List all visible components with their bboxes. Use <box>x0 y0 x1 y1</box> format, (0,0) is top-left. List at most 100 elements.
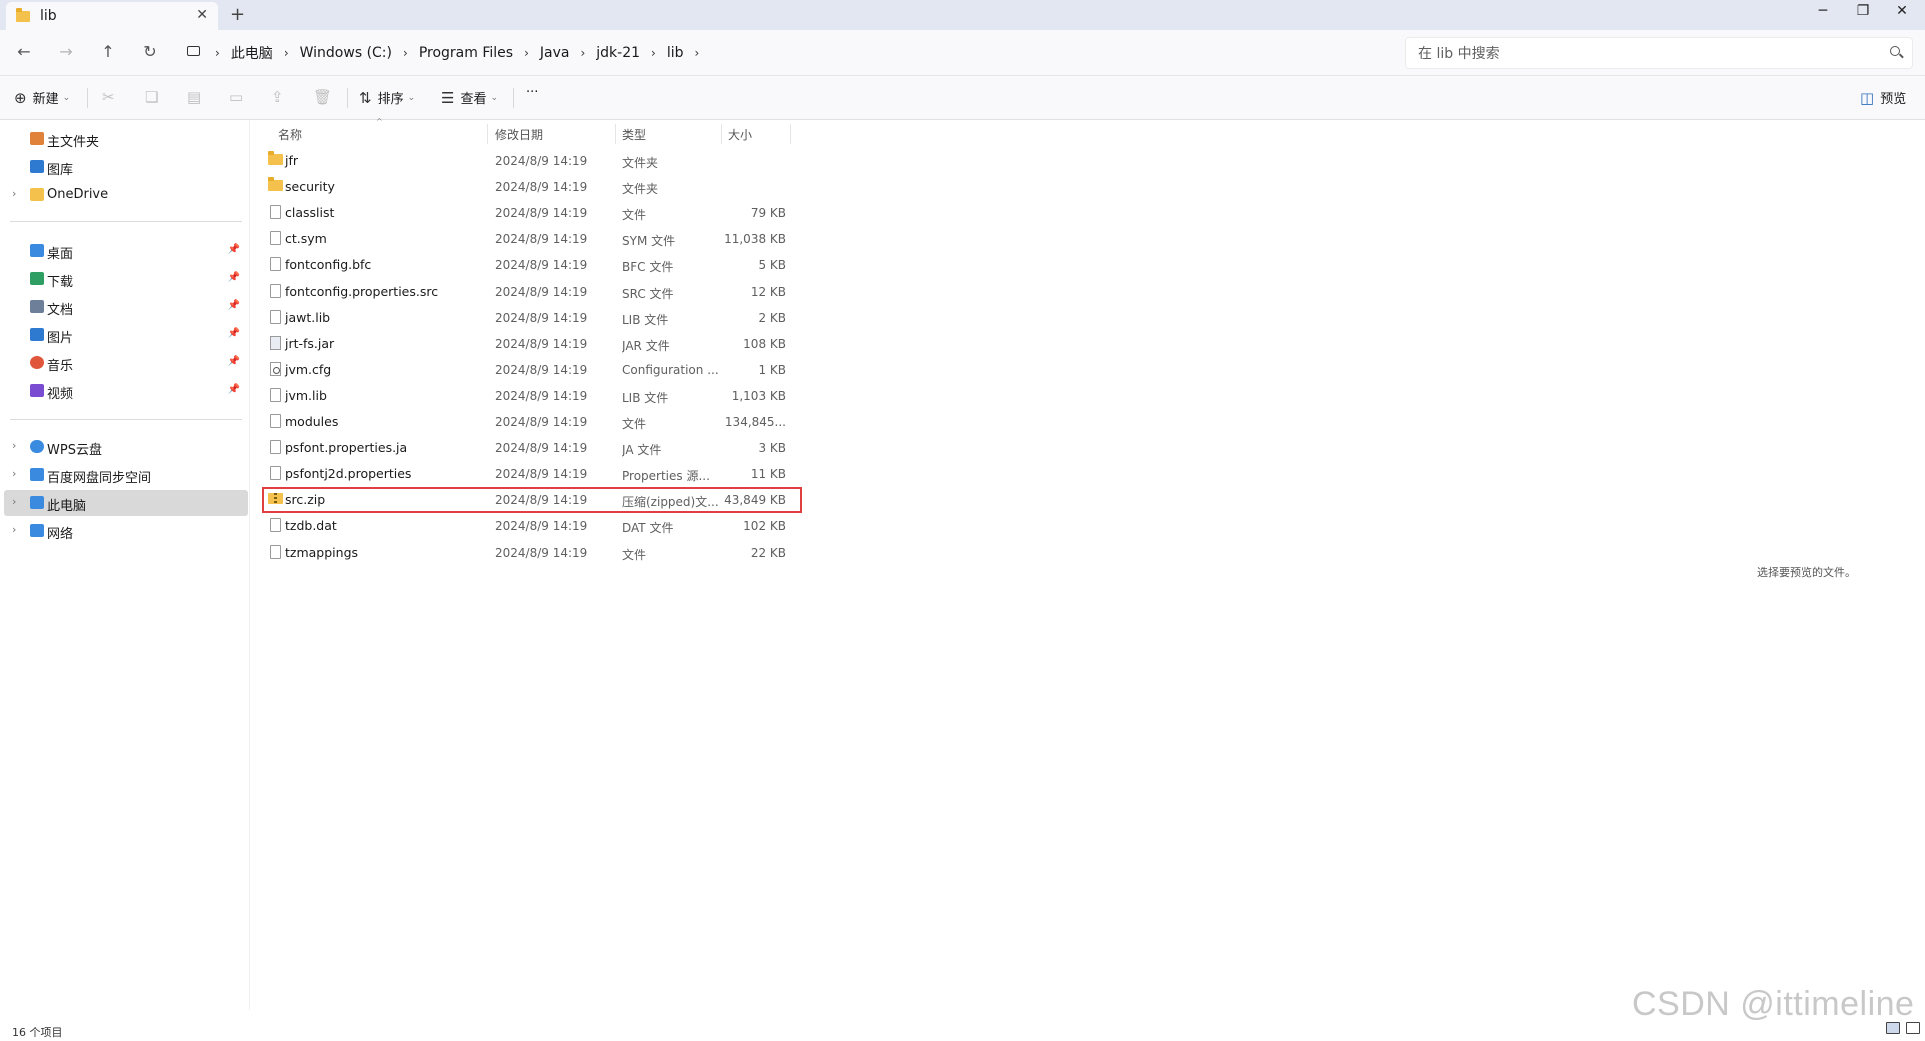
list-view-icon: ☰ <box>441 88 455 107</box>
preview-pane-button[interactable]: ◫ 预览 <box>1860 88 1906 108</box>
pictures-icon <box>30 328 44 341</box>
file-date: 2024/8/9 14:19 <box>495 362 588 377</box>
folder-icon <box>268 177 283 192</box>
file-date: 2024/8/9 14:19 <box>495 388 588 403</box>
column-header-date[interactable]: 修改日期 <box>495 122 615 146</box>
breadcrumb-separator[interactable]: › <box>519 46 534 60</box>
file-row[interactable]: jawt.lib 2024/8/9 14:19 LIB 文件 2 KB <box>262 305 802 331</box>
file-row[interactable]: security 2024/8/9 14:19 文件夹 <box>262 174 802 200</box>
column-header-size[interactable]: 大小 <box>728 122 788 146</box>
file-type: SYM 文件 <box>622 234 676 249</box>
tab-lib[interactable]: lib ✕ <box>6 2 218 30</box>
refresh-button[interactable]: ↻ <box>138 42 162 61</box>
breadcrumb-separator[interactable]: › <box>398 46 413 60</box>
column-divider[interactable] <box>615 124 616 144</box>
sidebar-item-label: 此电脑 <box>47 499 87 514</box>
share-button[interactable]: ⇪ <box>271 88 290 106</box>
breadcrumb-separator[interactable]: › <box>210 46 225 60</box>
file-row[interactable]: jrt-fs.jar 2024/8/9 14:19 JAR 文件 108 KB <box>262 331 802 357</box>
sidebar-item-documents[interactable]: 文档 📌 <box>4 294 248 320</box>
close-tab-icon[interactable]: ✕ <box>196 7 208 23</box>
sidebar-item-wps-cloud[interactable]: › WPS云盘 <box>4 434 248 460</box>
column-header-type[interactable]: 类型 <box>622 122 722 146</box>
file-row[interactable]: ct.sym 2024/8/9 14:19 SYM 文件 11,038 KB <box>262 226 802 252</box>
up-button[interactable]: ↑ <box>96 42 120 61</box>
chevron-right-icon[interactable]: › <box>12 439 16 452</box>
paste-button[interactable]: ▤ <box>187 88 207 106</box>
file-row[interactable]: jvm.cfg 2024/8/9 14:19 Configuration ... 1 … <box>262 357 802 383</box>
sidebar-item-desktop[interactable]: 桌面 📌 <box>4 238 248 264</box>
back-button[interactable]: ← <box>12 42 36 61</box>
file-row[interactable]: fontconfig.properties.src 2024/8/9 14:19 S… <box>262 279 802 305</box>
file-row[interactable]: psfontj2d.properties 2024/8/9 14:19 Proper… <box>262 461 802 487</box>
sidebar-item-network[interactable]: › 网络 <box>4 518 248 544</box>
breadcrumb-jdk-21[interactable]: jdk-21 <box>590 45 646 61</box>
new-tab-button[interactable]: + <box>230 4 245 25</box>
share-icon: ⇪ <box>271 88 284 106</box>
breadcrumb-this-pc[interactable]: 此电脑 <box>225 43 279 63</box>
file-size: 3 KB <box>758 441 786 456</box>
file-date: 2024/8/9 14:19 <box>495 310 588 325</box>
breadcrumb-separator[interactable]: › <box>646 46 661 60</box>
sidebar-item-pictures[interactable]: 图片 📌 <box>4 322 248 348</box>
file-row[interactable]: classlist 2024/8/9 14:19 文件 79 KB <box>262 200 802 226</box>
sidebar-item-label: 视频 <box>47 387 74 402</box>
breadcrumb-separator[interactable]: › <box>575 46 590 60</box>
more-options-button[interactable]: ··· <box>526 85 538 100</box>
sidebar-item-onedrive[interactable]: › OneDrive <box>4 182 248 208</box>
search-box[interactable] <box>1405 37 1913 69</box>
file-row[interactable]: tzdb.dat 2024/8/9 14:19 DAT 文件 102 KB <box>262 513 802 539</box>
file-type: BFC 文件 <box>622 260 674 275</box>
file-row[interactable]: tzmappings 2024/8/9 14:19 文件 22 KB <box>262 540 802 566</box>
sort-label: 排序 <box>377 92 404 107</box>
large-icons-view-icon[interactable] <box>1906 1022 1920 1034</box>
restore-button[interactable]: ❐ <box>1843 3 1883 19</box>
sidebar-item-baidu-sync[interactable]: › 百度网盘同步空间 <box>4 462 248 488</box>
details-view-icon[interactable] <box>1886 1022 1900 1034</box>
rename-button[interactable]: ▭ <box>229 88 249 106</box>
file-row[interactable]: modules 2024/8/9 14:19 文件 134,845... <box>262 409 802 435</box>
breadcrumb-lib[interactable]: lib <box>661 45 690 61</box>
view-button[interactable]: ☰ 查看 ⌄ <box>441 88 498 108</box>
file-date: 2024/8/9 14:19 <box>495 154 588 168</box>
breadcrumb-separator[interactable]: › <box>279 46 294 60</box>
sort-button[interactable]: ⇅ 排序 ⌄ <box>359 88 415 108</box>
search-icon[interactable] <box>1890 46 1900 56</box>
column-divider[interactable] <box>721 124 722 144</box>
search-input[interactable] <box>1418 43 1858 65</box>
column-divider[interactable] <box>487 124 488 144</box>
file-row[interactable]: fontconfig.bfc 2024/8/9 14:19 BFC 文件 5 KB <box>262 252 802 278</box>
breadcrumb-java[interactable]: Java <box>534 45 576 61</box>
this-pc-icon <box>30 496 44 509</box>
breadcrumb-program-files[interactable]: Program Files <box>413 45 519 61</box>
sidebar-item-gallery[interactable]: 图库 <box>4 154 248 180</box>
chevron-right-icon[interactable]: › <box>12 187 16 200</box>
sidebar-item-this-pc[interactable]: › 此电脑 <box>4 490 248 516</box>
network-icon <box>30 524 44 537</box>
column-divider[interactable] <box>790 124 791 144</box>
file-row[interactable]: jvm.lib 2024/8/9 14:19 LIB 文件 1,103 KB <box>262 383 802 409</box>
breadcrumb-separator[interactable]: › <box>690 46 705 60</box>
breadcrumb-windows-c[interactable]: Windows (C:) <box>294 45 398 61</box>
breadcrumb: › 此电脑 › Windows (C:) › Program Files › J… <box>180 38 1380 68</box>
column-header-name[interactable]: 名称 <box>278 122 488 146</box>
copy-button[interactable]: ❏ <box>145 88 164 106</box>
close-window-button[interactable]: ✕ <box>1882 3 1922 19</box>
minimize-button[interactable]: ─ <box>1803 3 1843 19</box>
sidebar-item-downloads[interactable]: 下载 📌 <box>4 266 248 292</box>
chevron-right-icon[interactable]: › <box>12 495 16 508</box>
sidebar-item-home[interactable]: 主文件夹 <box>4 126 248 152</box>
file-row[interactable]: jfr 2024/8/9 14:19 文件夹 <box>262 148 802 174</box>
file-row[interactable]: psfont.properties.ja 2024/8/9 14:19 JA 文件 3… <box>262 435 802 461</box>
cut-button[interactable]: ✂ <box>102 88 121 106</box>
file-size: 79 KB <box>750 206 786 221</box>
file-size: 11,038 KB <box>724 232 786 247</box>
sidebar-item-music[interactable]: 音乐 📌 <box>4 350 248 376</box>
sidebar-item-videos[interactable]: 视频 📌 <box>4 378 248 404</box>
file-row-highlighted[interactable]: src.zip 2024/8/9 14:19 压缩(zipped)文... 43,84… <box>262 487 802 514</box>
delete-button[interactable]: 🗑 <box>313 88 338 106</box>
forward-button[interactable]: → <box>54 42 78 61</box>
new-button[interactable]: ⊕ 新建 ⌄ <box>14 88 70 108</box>
chevron-right-icon[interactable]: › <box>12 467 16 480</box>
chevron-right-icon[interactable]: › <box>12 523 16 536</box>
